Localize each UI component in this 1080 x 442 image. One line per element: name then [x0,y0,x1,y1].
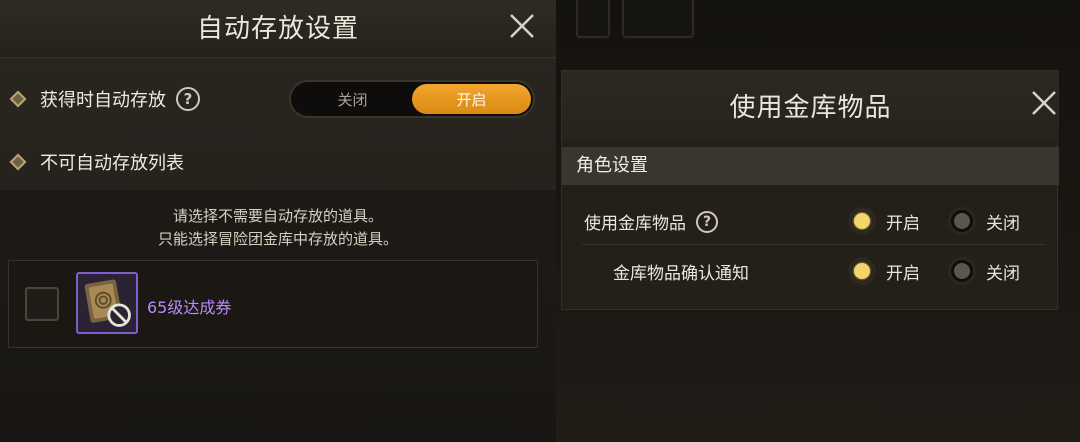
item-name: 65级达成券 [147,298,232,317]
auto-store-label: 获得时自动存放 [40,90,166,111]
vault-header: 使用金库物品 [562,71,1059,141]
radio-dot-icon [848,207,876,235]
background-slot [622,0,694,38]
vault-notify-on-radio[interactable]: 开启 [848,257,920,285]
character-settings-section: 角色设置 [562,147,1059,185]
use-vault-label: 使用金库物品 [584,214,686,234]
prohibited-icon [107,303,131,327]
help-icon[interactable]: ? [696,210,718,233]
toggle-on-option[interactable]: 开启 [412,84,531,114]
radio-on-label: 开启 [886,213,920,234]
vault-close-button[interactable] [1028,87,1060,119]
hint-line-2: 只能选择冒险团金库中存放的道具。 [157,230,398,248]
use-vault-label-wrap: 使用金库物品 ? [584,209,718,234]
ticket-icon [76,272,138,334]
use-vault-on-radio[interactable]: 开启 [848,207,920,235]
toggle-off-option[interactable]: 关闭 [293,84,412,114]
radio-off-label: 关闭 [986,263,1020,284]
radio-on-label: 开启 [886,263,920,284]
radio-off-label: 关闭 [986,213,1020,234]
auto-store-row: 获得时自动存放 ? [9,86,200,112]
hint-line-1: 请选择不需要自动存放的道具。 [172,207,383,225]
background-slot [576,0,610,38]
radio-dot-icon [948,257,976,285]
vault-notify-label: 金库物品确认通知 [613,264,749,284]
vault-panel: 使用金库物品 角色设置 使用金库物品 ? 开启 关闭 金库物品确认通知 开启 关… [561,70,1059,310]
auto-store-header: 自动存放设置 [0,0,556,58]
vault-title: 使用金库物品 [729,93,892,123]
vault-notify-row: 金库物品确认通知 开启 关闭 [582,247,1044,295]
item-checkbox[interactable] [25,287,59,321]
diamond-bullet-icon [9,153,27,171]
auto-store-panel: 自动存放设置 获得时自动存放 ? 关闭 开启 不可自动存放列表 请选择不需要自动… [0,0,556,442]
radio-dot-icon [948,207,976,235]
help-icon[interactable]: ? [176,87,200,111]
auto-store-title: 自动存放设置 [196,14,359,44]
use-vault-off-radio[interactable]: 关闭 [948,207,1020,235]
vault-notify-off-radio[interactable]: 关闭 [948,257,1020,285]
radio-dot-icon [848,257,876,285]
list-item[interactable]: 65级达成券 [8,260,538,348]
exclusion-list-row: 不可自动存放列表 [9,149,184,175]
diamond-bullet-icon [9,90,27,108]
auto-store-toggle[interactable]: 关闭 开启 [289,80,535,118]
use-vault-row: 使用金库物品 ? 开启 关闭 [582,197,1044,245]
auto-store-close-button[interactable] [506,10,538,42]
close-icon [510,14,534,38]
close-icon [1032,91,1056,115]
exclusion-list-label: 不可自动存放列表 [40,153,184,174]
